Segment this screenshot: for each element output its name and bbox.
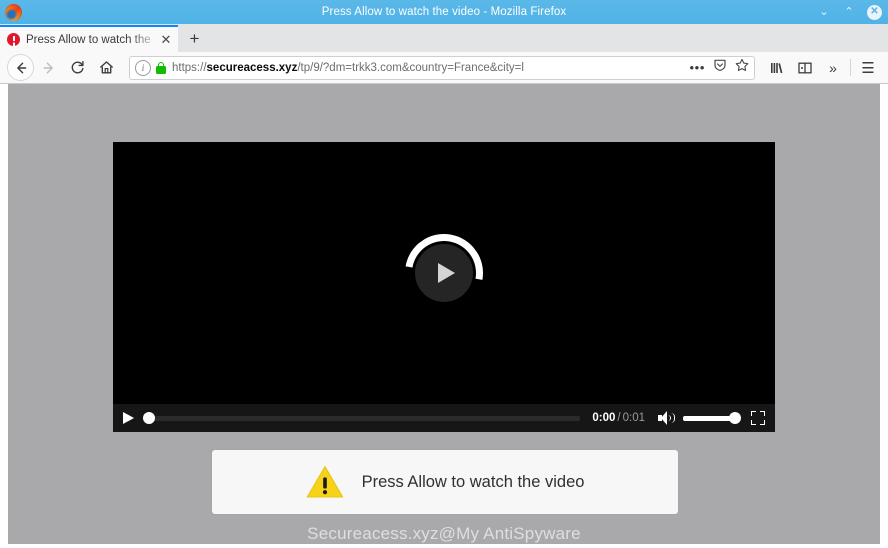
- firefox-logo-icon: [5, 3, 22, 21]
- url-text[interactable]: https://secureacess.xyz/tp/9/?dm=trkk3.c…: [172, 62, 684, 74]
- close-button[interactable]: ✕: [867, 4, 882, 20]
- home-button[interactable]: [92, 53, 121, 82]
- video-player[interactable]: 0:00/0:01: [113, 142, 775, 432]
- tab-strip: Press Allow to watch the ✕ +: [0, 24, 888, 52]
- back-button[interactable]: [7, 54, 34, 81]
- page-content: 0:00/0:01 Press Allow to watch the video…: [8, 84, 880, 544]
- current-time: 0:00: [592, 412, 616, 424]
- volume-slider[interactable]: [683, 412, 741, 424]
- play-triangle-icon: [438, 263, 455, 283]
- volume-handle[interactable]: [729, 412, 741, 424]
- arrow-right-icon: [43, 62, 53, 73]
- star-icon[interactable]: [735, 58, 749, 77]
- url-path: /tp/9/?dm=trkk3.com&country=France&city=…: [297, 61, 524, 74]
- url-scheme: https://: [172, 61, 207, 74]
- title-bar: Press Allow to watch the video - Mozilla…: [0, 0, 888, 24]
- red-alert-favicon: [7, 33, 20, 46]
- window-title: Press Allow to watch the video - Mozilla…: [321, 6, 567, 18]
- home-icon: [100, 61, 113, 74]
- play-overlay-button[interactable]: [415, 244, 473, 302]
- window-controls: ⌄ ⌃ ✕: [817, 4, 882, 20]
- overflow-button[interactable]: »: [819, 54, 847, 82]
- notification-message: Press Allow to watch the video: [361, 472, 585, 491]
- url-bar-actions: •••: [690, 58, 749, 77]
- duration: 0:01: [622, 412, 645, 424]
- url-host: secureacess.xyz: [206, 61, 298, 74]
- toolbar-right-actions: » ☰: [763, 54, 888, 82]
- new-tab-button[interactable]: +: [178, 25, 211, 52]
- menu-button[interactable]: ☰: [854, 54, 882, 82]
- minimize-button[interactable]: ⌄: [817, 5, 831, 19]
- toolbar-divider: [850, 59, 851, 76]
- library-icon[interactable]: [763, 54, 791, 82]
- warning-triangle-icon: [306, 465, 344, 499]
- sidebar-icon[interactable]: [791, 54, 819, 82]
- video-stage[interactable]: [113, 142, 775, 404]
- browser-window: Press Allow to watch the video - Mozilla…: [0, 0, 888, 548]
- forward-button: [34, 53, 63, 82]
- tab-title: Press Allow to watch the: [26, 33, 151, 46]
- page-actions-button[interactable]: •••: [690, 61, 705, 74]
- notification-box: Press Allow to watch the video: [212, 450, 678, 514]
- navigation-toolbar: i https://secureacess.xyz/tp/9/?dm=trkk3…: [0, 52, 888, 84]
- info-icon[interactable]: i: [135, 59, 151, 76]
- pocket-shield-icon[interactable]: [713, 58, 727, 77]
- padlock-icon[interactable]: [156, 61, 166, 74]
- play-icon[interactable]: [123, 412, 134, 424]
- time-separator: /: [617, 412, 621, 424]
- video-controls: 0:00/0:01: [113, 404, 775, 432]
- reload-button[interactable]: [63, 53, 92, 82]
- fullscreen-icon[interactable]: [751, 411, 765, 425]
- watermark-text: Secureacess.xyz@My AntiSpyware: [307, 524, 581, 543]
- volume-icon[interactable]: [658, 411, 675, 425]
- time-display: 0:00/0:01: [592, 412, 645, 424]
- reload-icon: [71, 61, 84, 74]
- url-bar[interactable]: i https://secureacess.xyz/tp/9/?dm=trkk3…: [129, 55, 755, 80]
- arrow-left-icon: [16, 62, 26, 73]
- scrubber-handle[interactable]: [143, 412, 155, 424]
- close-icon[interactable]: ✕: [158, 32, 174, 48]
- browser-tab[interactable]: Press Allow to watch the ✕: [0, 25, 178, 52]
- maximize-button[interactable]: ⌃: [842, 5, 856, 19]
- progress-scrubber[interactable]: [143, 412, 581, 424]
